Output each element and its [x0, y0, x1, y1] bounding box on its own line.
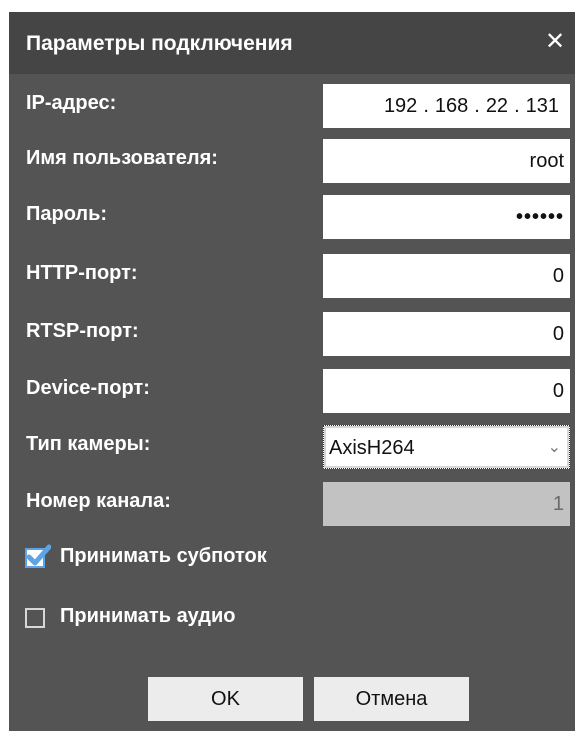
ip-separator: .	[423, 95, 429, 117]
password-input[interactable]: ••••••	[323, 195, 570, 239]
ip-octet-2[interactable]: 168	[430, 84, 473, 128]
chevron-down-icon: ⌄	[547, 439, 561, 456]
camera-type-select[interactable]: AxisH264 ⌄	[323, 425, 570, 469]
ip-separator: .	[474, 95, 480, 117]
connection-dialog: Параметры подключения ✕ IP-адрес: 192 . …	[9, 12, 575, 731]
row-username: Имя пользователя: root	[9, 139, 575, 183]
row-camera-type: Тип камеры: AxisH264 ⌄	[9, 425, 575, 469]
row-ip: IP-адрес: 192 . 168 . 22 . 131	[9, 84, 575, 128]
ip-octet-4[interactable]: 131	[521, 84, 564, 128]
channel-label: Номер канала:	[26, 490, 171, 512]
audio-checkbox-row[interactable]: Принимать аудио	[9, 597, 575, 641]
ip-separator: .	[514, 95, 520, 117]
audio-checkbox[interactable]	[25, 608, 45, 628]
substream-checkbox[interactable]	[25, 544, 51, 568]
ok-button[interactable]: OK	[148, 677, 303, 721]
channel-input: 1	[323, 482, 570, 526]
row-http-port: HTTP-порт: 0	[9, 254, 575, 298]
dialog-titlebar: Параметры подключения ✕	[9, 12, 575, 74]
ip-label: IP-адрес:	[26, 92, 117, 114]
dialog-title: Параметры подключения	[26, 32, 293, 55]
ip-octet-3[interactable]: 22	[481, 84, 513, 128]
camera-type-value: AxisH264	[329, 437, 415, 459]
ip-address-input[interactable]: 192 . 168 . 22 . 131	[323, 84, 570, 128]
password-label: Пароль:	[26, 203, 108, 225]
substream-checkbox-label: Принимать субпоток	[60, 545, 267, 567]
http-port-label: HTTP-порт:	[26, 262, 138, 284]
audio-checkbox-label: Принимать аудио	[60, 605, 236, 627]
device-port-input[interactable]: 0	[323, 369, 570, 413]
rtsp-port-label: RTSP-порт:	[26, 320, 139, 342]
http-port-input[interactable]: 0	[323, 254, 570, 298]
row-device-port: Device-порт: 0	[9, 369, 575, 413]
username-label: Имя пользователя:	[26, 147, 218, 169]
row-channel: Номер канала: 1	[9, 482, 575, 526]
rtsp-port-input[interactable]: 0	[323, 312, 570, 356]
username-input[interactable]: root	[323, 139, 570, 183]
cancel-button[interactable]: Отмена	[314, 677, 469, 721]
ip-octet-1[interactable]: 192	[379, 84, 422, 128]
device-port-label: Device-порт:	[26, 377, 150, 399]
row-rtsp-port: RTSP-порт: 0	[9, 312, 575, 356]
close-button[interactable]: ✕	[535, 20, 575, 64]
row-password: Пароль: ••••••	[9, 195, 575, 239]
checkmark-icon	[26, 544, 51, 566]
camera-type-label: Тип камеры:	[26, 433, 151, 455]
substream-checkbox-row[interactable]: Принимать субпоток	[9, 537, 575, 581]
